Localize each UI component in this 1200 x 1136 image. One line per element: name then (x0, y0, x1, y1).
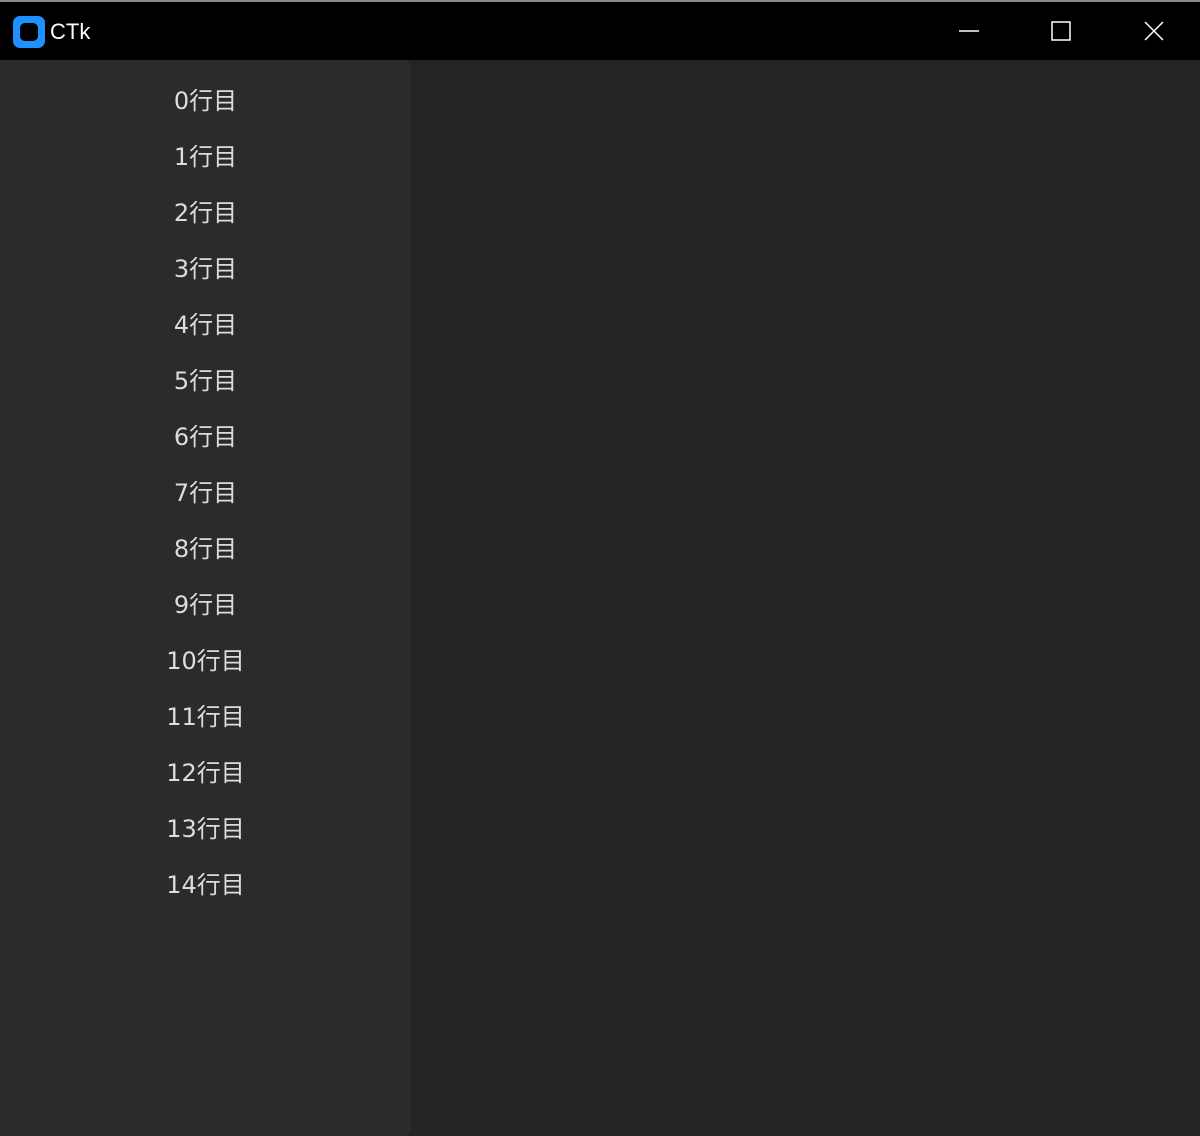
app-icon (13, 16, 45, 48)
row-label: 4行目 (173, 311, 238, 339)
row-label: 1行目 (173, 143, 238, 171)
row-label: 10行目 (166, 647, 245, 675)
scrollable-frame[interactable]: 0行目 1行目 2行目 3行目 4行目 5行目 6行目 7行目 8行目 9行目 10行目 11行目 12… (0, 60, 411, 1136)
row-label: 12行目 (166, 759, 245, 787)
window-title: CTk (50, 19, 91, 44)
maximize-icon (1051, 21, 1071, 41)
title-bar[interactable]: CTk (0, 2, 1200, 60)
row-label: 9行目 (173, 591, 238, 619)
row-label: 11行目 (166, 703, 245, 731)
row-label: 6行目 (173, 423, 238, 451)
minimize-icon (959, 30, 979, 32)
row-label: 0行目 (173, 87, 238, 115)
maximize-button[interactable] (1015, 2, 1107, 60)
row-label: 5行目 (173, 367, 238, 395)
row-label: 7行目 (173, 479, 238, 507)
row-label: 8行目 (173, 535, 238, 563)
close-icon (1144, 21, 1164, 41)
close-button[interactable] (1108, 2, 1200, 60)
main-content: 0行目 1行目 2行目 3行目 4行目 5行目 6行目 7行目 8行目 9行目 10行目 11行目 12… (0, 60, 1200, 1136)
row-label: 2行目 (173, 199, 238, 227)
minimize-button[interactable] (923, 2, 1015, 60)
row-label: 3行目 (173, 255, 238, 283)
row-label: 14行目 (166, 871, 245, 899)
row-label: 13行目 (166, 815, 245, 843)
app-window: CTk 0行目 1行目 2行目 3行目 4行目 5行目 6行目 7行目 8行目 9行目 10行目 11… (0, 0, 1200, 1136)
